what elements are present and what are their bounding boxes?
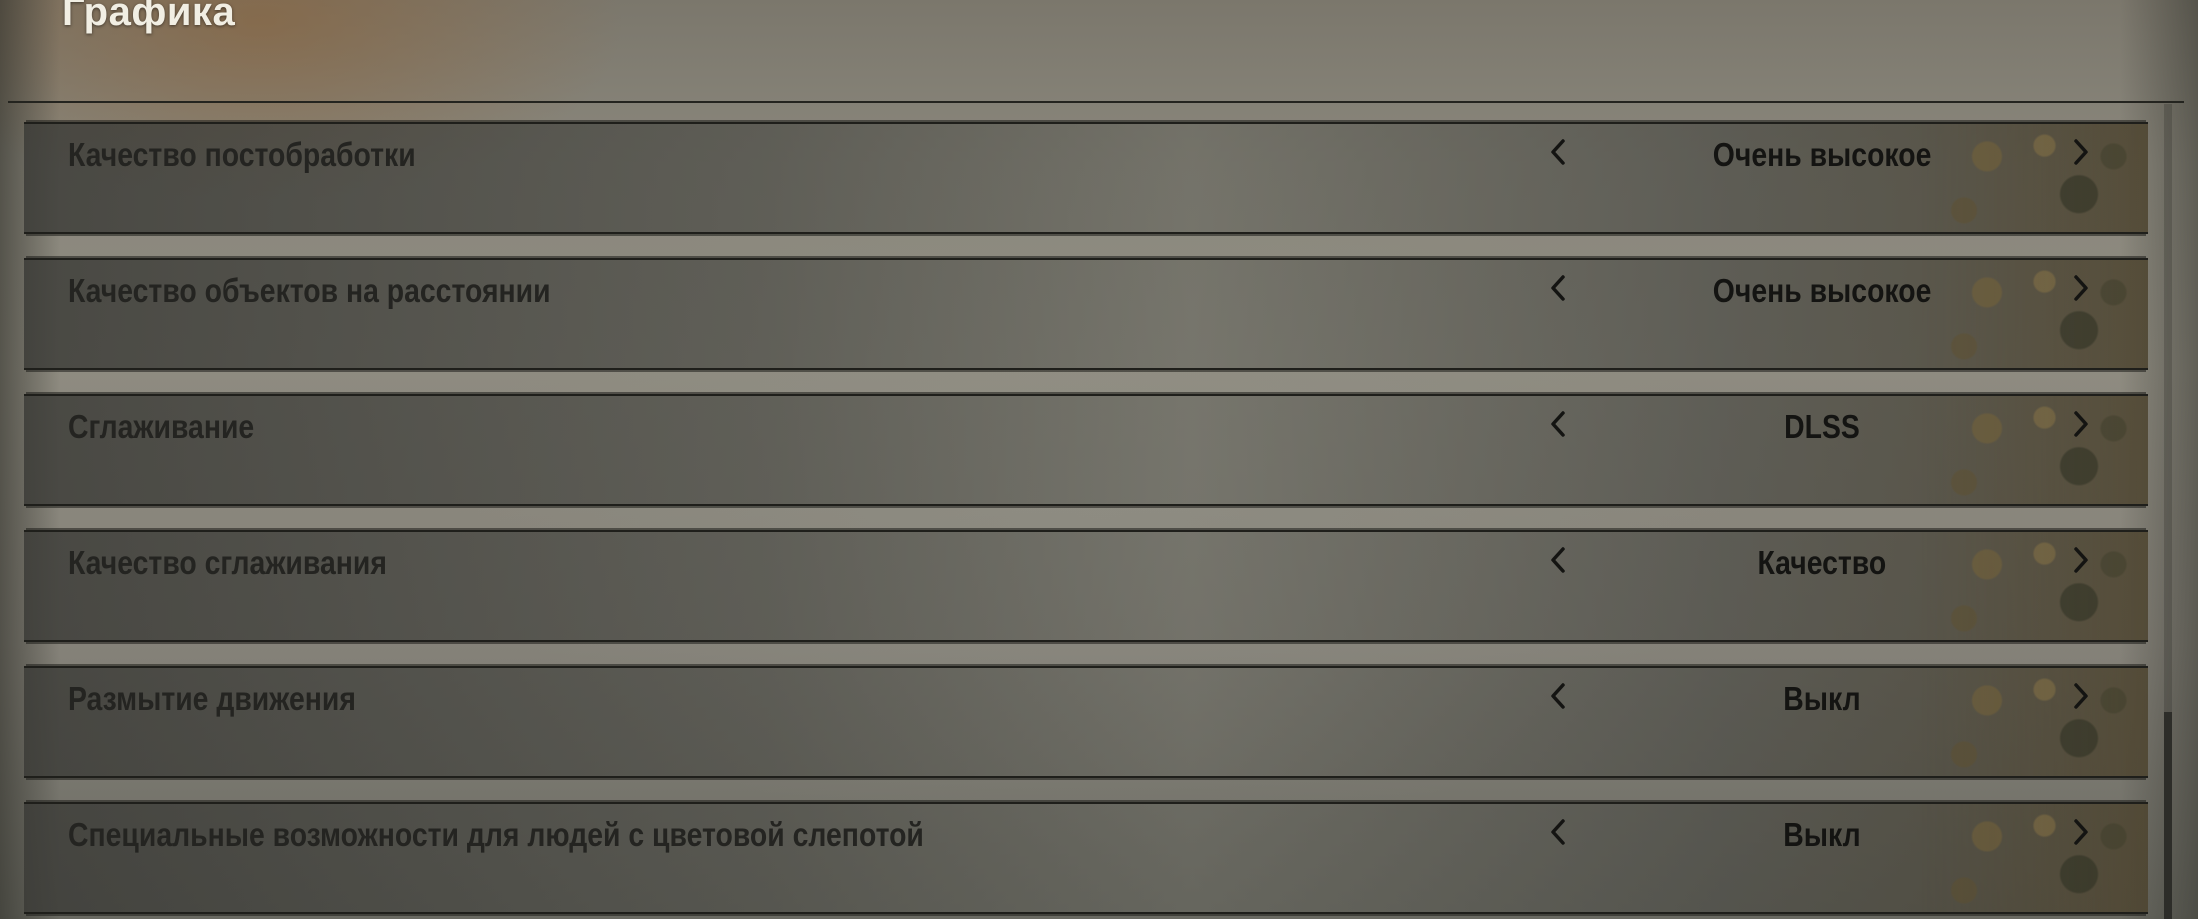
chevron-left-icon[interactable] xyxy=(1541,540,1575,580)
setting-value: DLSS xyxy=(1784,408,1860,445)
chevron-right-icon[interactable] xyxy=(2064,540,2098,580)
setting-value: Очень высокое xyxy=(1712,272,1932,309)
setting-label: Размытие движения xyxy=(68,680,356,717)
chevron-left-icon[interactable] xyxy=(1541,676,1575,716)
setting-label: Специальные возможности для людей с цвет… xyxy=(68,816,924,853)
chevron-left-icon[interactable] xyxy=(1541,132,1575,172)
setting-value: Качество xyxy=(1757,544,1887,581)
setting-label: Сглаживание xyxy=(68,408,255,445)
setting-value: Выкл xyxy=(1783,680,1861,717)
setting-label: Качество сглаживания xyxy=(68,544,387,581)
chevron-right-icon[interactable] xyxy=(2064,812,2098,852)
setting-row-anti-aliasing-quality[interactable]: Качество сглаживания Качество xyxy=(24,530,2148,642)
setting-row-colorblind-accessibility[interactable]: Специальные возможности для людей с цвет… xyxy=(24,802,2148,914)
scrollbar-thumb[interactable] xyxy=(2164,712,2172,919)
chevron-left-icon[interactable] xyxy=(1541,812,1575,852)
setting-row-motion-blur[interactable]: Размытие движения Выкл xyxy=(24,666,2148,778)
setting-label: Качество объектов на расстоянии xyxy=(68,272,551,309)
chevron-right-icon[interactable] xyxy=(2064,268,2098,308)
setting-value: Очень высокое xyxy=(1712,136,1932,173)
chevron-left-icon[interactable] xyxy=(1541,404,1575,444)
setting-row-distant-objects-quality[interactable]: Качество объектов на расстоянии Очень вы… xyxy=(24,258,2148,370)
chevron-left-icon[interactable] xyxy=(1541,268,1575,308)
chevron-right-icon[interactable] xyxy=(2064,676,2098,716)
setting-row-postprocessing-quality[interactable]: Качество постобработки Очень высокое xyxy=(24,122,2148,234)
setting-row-anti-aliasing[interactable]: Сглаживание DLSS xyxy=(24,394,2148,506)
setting-value: Выкл xyxy=(1783,816,1861,853)
setting-label: Качество постобработки xyxy=(68,136,416,173)
chevron-right-icon[interactable] xyxy=(2064,132,2098,172)
chevron-right-icon[interactable] xyxy=(2064,404,2098,444)
settings-list: Качество постобработки Очень высокое Кач… xyxy=(0,0,2198,919)
